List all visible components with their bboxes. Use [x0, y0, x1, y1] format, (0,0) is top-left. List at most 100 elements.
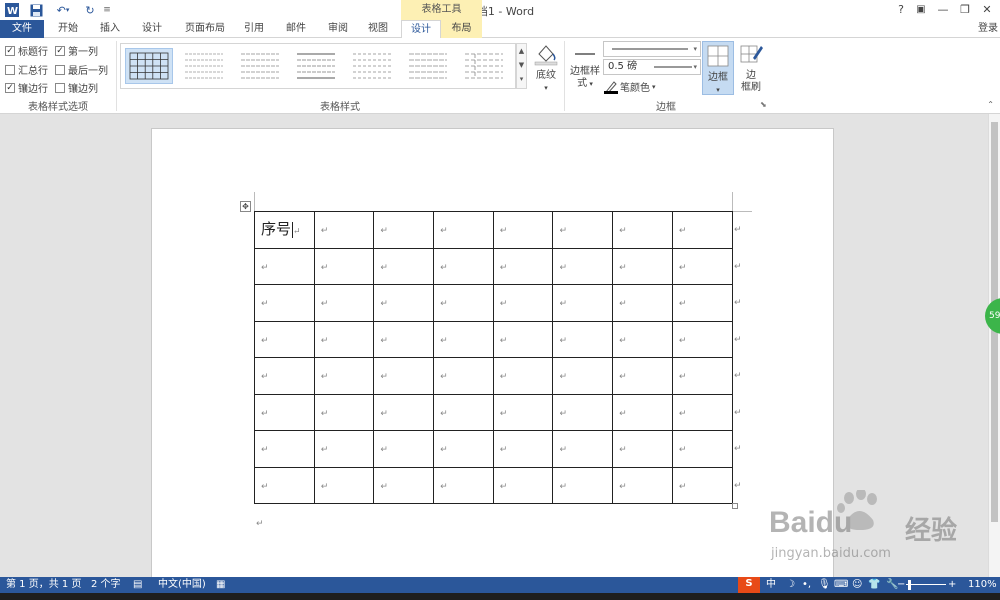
chevron-down-icon[interactable]: ▼ — [517, 58, 526, 72]
table-cell[interactable]: ↵ — [552, 320, 614, 358]
table-cell[interactable]: ↵ — [433, 211, 494, 249]
table-cell[interactable]: ↵ — [671, 430, 733, 468]
ime-shirt-icon[interactable]: 👕 — [868, 578, 880, 592]
table-style-plain-1[interactable] — [181, 48, 229, 84]
table-cell[interactable]: ↵ — [612, 357, 673, 395]
checkbox-last-column[interactable]: 最后一列 — [55, 62, 108, 77]
macro-icon[interactable]: ▦ — [216, 578, 225, 592]
table-cell[interactable]: ↵ — [552, 247, 614, 285]
close-button[interactable]: ✕ — [976, 1, 998, 19]
tab-page-layout[interactable]: 页面布局 — [178, 20, 232, 38]
tab-home[interactable]: 开始 — [52, 20, 84, 38]
ime-chinese-icon[interactable]: 中 — [766, 578, 776, 592]
document-page[interactable]: ✥ 序号 ↵ ↵ ↵ ↵ ↵ ↵ ↵ ↵ ↵ ↵ ↵ ↵ ↵ ↵ ↵ ↵ ↵ ↵ ↵ ↵ ↵ ↵ ↵ ↵ ↵ ↵ ↵ ↵ ↵ ↵ ↵ ↵ ↵ ↵ ↵ ↵… — [151, 128, 834, 577]
table-cell[interactable]: ↵ — [552, 393, 614, 431]
tab-design[interactable]: 设计 — [136, 20, 168, 38]
sign-in-link[interactable]: 登录 — [978, 20, 998, 38]
table-cell[interactable]: ↵ — [671, 357, 733, 395]
table-cell[interactable]: ↵ — [671, 466, 733, 504]
table-cell[interactable]: ↵ — [671, 393, 733, 431]
tab-table-design[interactable]: 设计 — [401, 20, 441, 39]
zoom-level[interactable]: 110% — [968, 578, 997, 592]
document-table[interactable]: 序号 ↵ ↵ ↵ ↵ ↵ ↵ ↵ ↵ ↵ ↵ ↵ ↵ ↵ ↵ ↵ ↵ ↵ ↵ ↵ ↵ ↵ ↵ ↵ ↵ ↵ ↵ ↵ ↵ ↵ ↵ ↵ ↵ ↵ ↵ ↵ ↵ ↵ ↵… — [254, 211, 733, 504]
table-cell[interactable]: ↵ — [492, 320, 554, 358]
ribbon-display-options-button[interactable]: ▣ — [910, 1, 932, 19]
chevron-up-icon[interactable]: ▲ — [517, 44, 526, 58]
table-cell[interactable]: ↵ — [313, 320, 375, 358]
table-cell[interactable]: ↵ — [313, 430, 375, 468]
language-indicator[interactable]: 中文(中国) — [158, 578, 206, 592]
word-count[interactable]: 2 个字 — [91, 578, 121, 592]
table-cell[interactable]: ↵ — [373, 247, 435, 285]
table-cell[interactable]: ↵ — [433, 430, 494, 468]
table-cell[interactable]: ↵ — [492, 430, 554, 468]
table-cell[interactable]: ↵ — [492, 211, 554, 249]
table-cell[interactable]: ↵ — [254, 284, 315, 322]
table-cell[interactable]: ↵ — [552, 466, 614, 504]
table-style-plain-4[interactable] — [349, 48, 397, 84]
table-cell[interactable]: ↵ — [671, 211, 733, 249]
ime-moon-icon[interactable]: ☽ — [786, 578, 795, 592]
border-painter-button[interactable]: 边 框刷 — [737, 42, 765, 94]
border-styles-button[interactable]: 边框样 式 ▾ — [568, 44, 602, 90]
table-cell[interactable]: ↵ — [552, 211, 614, 249]
zoom-in-button[interactable]: + — [948, 578, 956, 592]
page-count[interactable]: 第 1 页，共 1 页 — [6, 578, 81, 592]
ime-keyboard-icon[interactable]: ⌨ — [834, 578, 848, 592]
proofing-icon[interactable]: ▤ — [133, 578, 142, 592]
table-resize-handle[interactable] — [732, 503, 738, 509]
table-cell[interactable]: ↵ — [433, 247, 494, 285]
checkbox-banded-rows[interactable]: ✓ 镶边行 — [5, 80, 48, 95]
table-cell[interactable]: ↵ — [612, 284, 673, 322]
tab-mailings[interactable]: 邮件 — [280, 20, 312, 38]
tab-file[interactable]: 文件 — [0, 20, 44, 38]
tab-review[interactable]: 审阅 — [322, 20, 354, 38]
table-cell[interactable]: ↵ — [254, 320, 315, 358]
table-cell[interactable]: ↵ — [671, 284, 733, 322]
table-cell-header[interactable]: 序号 ↵ — [254, 211, 315, 249]
table-cell[interactable]: ↵ — [313, 247, 375, 285]
table-cell[interactable]: ↵ — [373, 320, 435, 358]
table-cell[interactable]: ↵ — [254, 393, 315, 431]
table-style-grid[interactable] — [125, 48, 173, 84]
zoom-slider-track[interactable] — [906, 584, 946, 585]
table-cell[interactable]: ↵ — [433, 320, 494, 358]
table-cell[interactable]: ↵ — [433, 357, 494, 395]
table-cell[interactable]: ↵ — [612, 247, 673, 285]
table-cell[interactable]: ↵ — [373, 430, 435, 468]
table-cell[interactable]: ↵ — [612, 430, 673, 468]
table-cell[interactable]: ↵ — [373, 393, 435, 431]
table-cell[interactable]: ↵ — [313, 211, 375, 249]
table-cell[interactable]: ↵ — [373, 211, 435, 249]
table-cell[interactable]: ↵ — [373, 466, 435, 504]
tab-table-layout[interactable]: 布局 — [441, 20, 482, 38]
table-cell[interactable]: ↵ — [254, 466, 315, 504]
table-cell[interactable]: ↵ — [612, 466, 673, 504]
gallery-more-icon[interactable]: ▾ — [517, 72, 526, 86]
table-cell[interactable]: ↵ — [313, 466, 375, 504]
dialog-launcher-icon[interactable]: ⬊ — [760, 100, 767, 109]
checkbox-header-row[interactable]: ✓ 标题行 — [5, 43, 48, 58]
ime-mic-icon[interactable]: 🎙 — [818, 578, 831, 592]
table-cell[interactable]: ↵ — [492, 247, 554, 285]
tab-references[interactable]: 引用 — [238, 20, 270, 38]
line-weight-dropdown[interactable]: 0.5 磅 ▾ — [603, 59, 701, 75]
table-cell[interactable]: ↵ — [254, 247, 315, 285]
table-cell[interactable]: ↵ — [552, 357, 614, 395]
zoom-out-button[interactable]: − — [897, 578, 905, 592]
table-style-plain-5[interactable] — [405, 48, 453, 84]
table-cell[interactable]: ↵ — [492, 393, 554, 431]
zoom-slider-thumb[interactable] — [908, 580, 911, 590]
checkbox-total-row[interactable]: 汇总行 — [5, 62, 48, 77]
table-cell[interactable]: ↵ — [492, 357, 554, 395]
table-cell[interactable]: ↵ — [433, 284, 494, 322]
minimize-button[interactable]: — — [932, 1, 954, 19]
ime-user-icon[interactable]: ☺ — [852, 578, 862, 592]
table-cell[interactable]: ↵ — [671, 320, 733, 358]
tab-view[interactable]: 视图 — [362, 20, 394, 38]
checkbox-first-column[interactable]: ✓ 第一列 — [55, 43, 98, 58]
table-cell[interactable]: ↵ — [492, 466, 554, 504]
table-cell[interactable]: ↵ — [373, 284, 435, 322]
table-cell[interactable]: ↵ — [254, 430, 315, 468]
table-cell[interactable]: ↵ — [612, 211, 673, 249]
